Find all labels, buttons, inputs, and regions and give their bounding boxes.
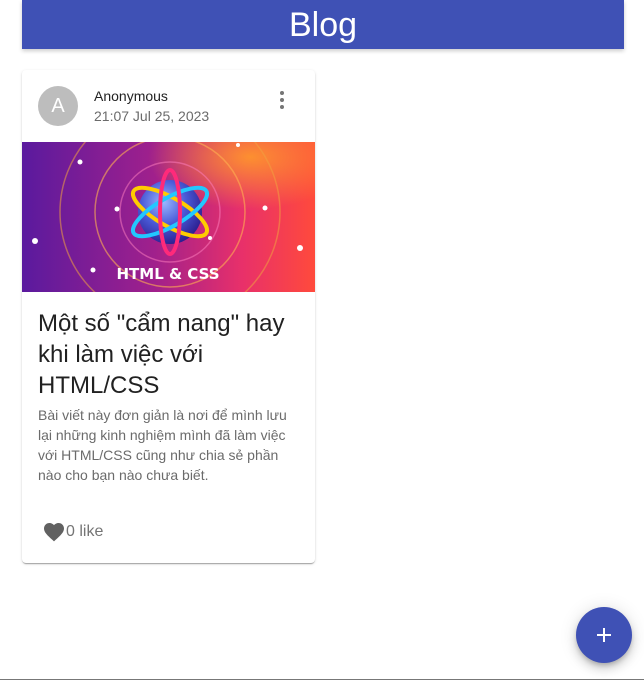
post-date: 21:07 Jul 25, 2023 — [94, 108, 210, 124]
post-image: HTML & CSS — [22, 142, 315, 292]
more-vert-icon[interactable] — [270, 88, 294, 112]
card-header: A Anonymous 21:07 Jul 25, 2023 — [22, 70, 315, 142]
card-content: Một số "cẩm nang" hay khi làm việc với H… — [38, 308, 304, 485]
post-excerpt: Bài viết này đơn giản là nơi để mình lưu… — [38, 407, 287, 483]
image-caption: HTML & CSS — [116, 265, 219, 283]
page: Blog A Anonymous 21:07 Jul 25, 2023 HTML… — [0, 0, 644, 680]
app-title: Blog — [288, 5, 358, 44]
post-title[interactable]: Một số "cẩm nang" hay khi làm việc với H… — [38, 308, 304, 401]
post-card[interactable]: A Anonymous 21:07 Jul 25, 2023 HTML & CS… — [22, 70, 315, 563]
add-icon — [597, 628, 611, 642]
like-count: 0 like — [66, 523, 104, 540]
card-actions: 0 like — [42, 520, 103, 544]
heart-icon[interactable] — [42, 520, 66, 544]
avatar: A — [38, 86, 78, 126]
app-bar: Blog — [22, 0, 624, 49]
author-name: Anonymous — [94, 88, 168, 104]
add-post-button[interactable] — [576, 607, 632, 663]
